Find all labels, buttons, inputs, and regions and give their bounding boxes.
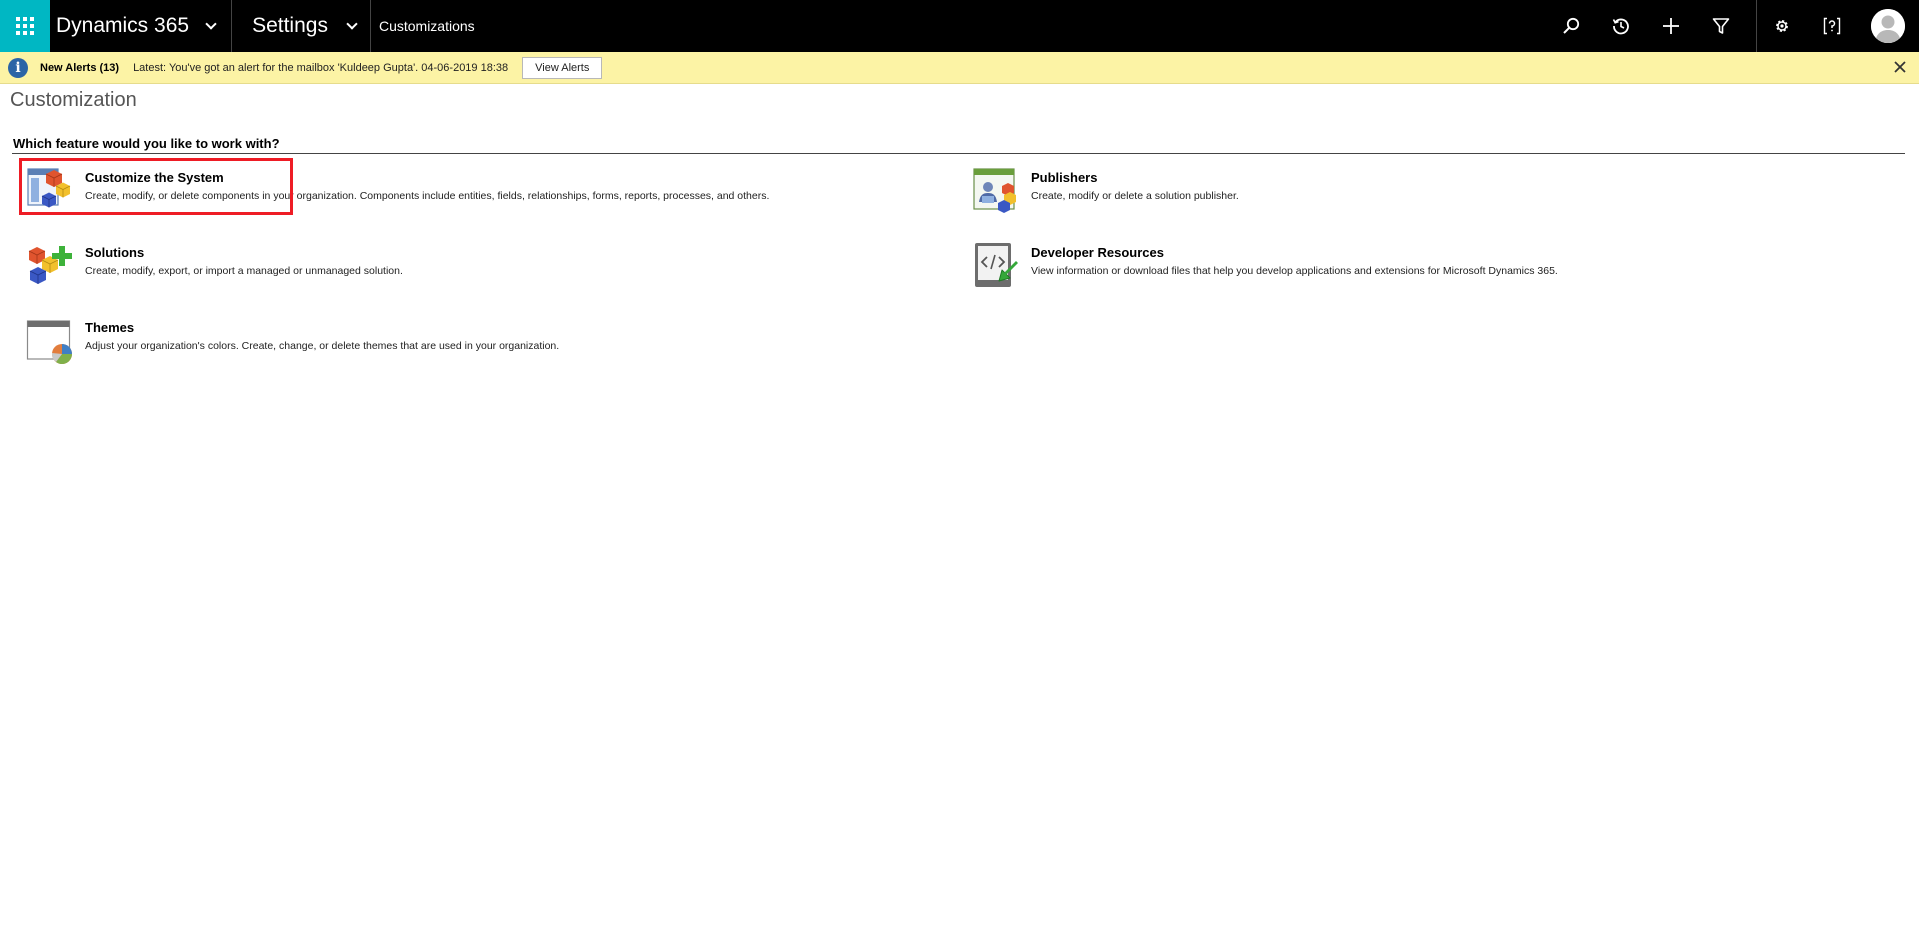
- app-name: Dynamics 365: [56, 14, 190, 37]
- user-profile-button[interactable]: [1857, 0, 1919, 52]
- section-question: Which feature would you like to work wit…: [13, 136, 280, 151]
- close-icon[interactable]: [1891, 58, 1909, 76]
- search-button[interactable]: [1546, 0, 1596, 52]
- breadcrumb-customizations: Customizations: [378, 18, 475, 34]
- themes-icon: [26, 320, 72, 364]
- recent-icon: [1612, 18, 1629, 35]
- chevron-down-icon: [205, 17, 217, 30]
- feature-description: View information or download files that …: [1031, 265, 1558, 277]
- page-title: Customization: [10, 89, 137, 111]
- feature-description: Create, modify, or delete components in …: [85, 190, 770, 202]
- waffle-icon: [16, 17, 34, 35]
- plus-icon: [1663, 18, 1679, 34]
- area-name: Settings: [252, 14, 328, 37]
- avatar: [1871, 9, 1905, 43]
- advanced-find-button[interactable]: [1696, 0, 1746, 52]
- feature-title: Themes: [85, 320, 135, 335]
- feature-description: Create, modify, export, or import a mana…: [85, 265, 403, 277]
- area-switcher[interactable]: Settings: [232, 0, 371, 52]
- filter-icon: [1712, 18, 1730, 34]
- top-navigation-bar: Dynamics 365 Settings Customizations: [0, 0, 1919, 52]
- app-switcher[interactable]: Dynamics 365: [50, 0, 233, 52]
- feature-description: Create, modify or delete a solution publ…: [1031, 190, 1239, 202]
- feature-customize-the-system[interactable]: Customize the System Create, modify, or …: [26, 166, 769, 216]
- new-record-button[interactable]: [1646, 0, 1696, 52]
- customize-system-icon: [27, 168, 71, 208]
- section-divider: [12, 153, 1905, 154]
- alert-message: Latest: You've got an alert for the mail…: [133, 61, 509, 74]
- feature-title: Publishers: [1031, 170, 1098, 185]
- alert-title: New Alerts (13): [40, 61, 120, 74]
- alert-notification-bar: i New Alerts (13) Latest: You've got an …: [0, 52, 1919, 84]
- feature-solutions[interactable]: Solutions Create, modify, export, or imp…: [26, 241, 403, 291]
- search-icon: [1563, 17, 1580, 34]
- help-button[interactable]: [1807, 0, 1857, 52]
- recent-records-button[interactable]: [1596, 0, 1646, 52]
- solutions-icon: [28, 246, 72, 284]
- feature-publishers[interactable]: Publishers Create, modify or delete a so…: [972, 166, 1239, 216]
- feature-description: Adjust your organization's colors. Creat…: [85, 340, 560, 352]
- chevron-down-icon: [346, 17, 358, 30]
- help-icon: [1823, 17, 1841, 35]
- settings-button[interactable]: [1757, 0, 1807, 52]
- feature-developer-resources[interactable]: Developer Resources View information or …: [972, 241, 1558, 291]
- feature-title: Solutions: [85, 245, 145, 260]
- gear-icon: [1776, 20, 1788, 32]
- developer-resources-icon: [975, 243, 1018, 287]
- user-avatar-icon: [1871, 9, 1905, 43]
- view-alerts-button[interactable]: View Alerts: [522, 56, 603, 79]
- app-launcher-button[interactable]: [0, 0, 50, 52]
- breadcrumb[interactable]: Customizations: [371, 0, 475, 52]
- feature-title: Customize the System: [85, 170, 224, 185]
- info-icon: i: [8, 57, 28, 78]
- feature-themes[interactable]: Themes Adjust your organization's colors…: [26, 316, 559, 366]
- publishers-icon: [973, 168, 1016, 213]
- feature-title: Developer Resources: [1031, 245, 1164, 260]
